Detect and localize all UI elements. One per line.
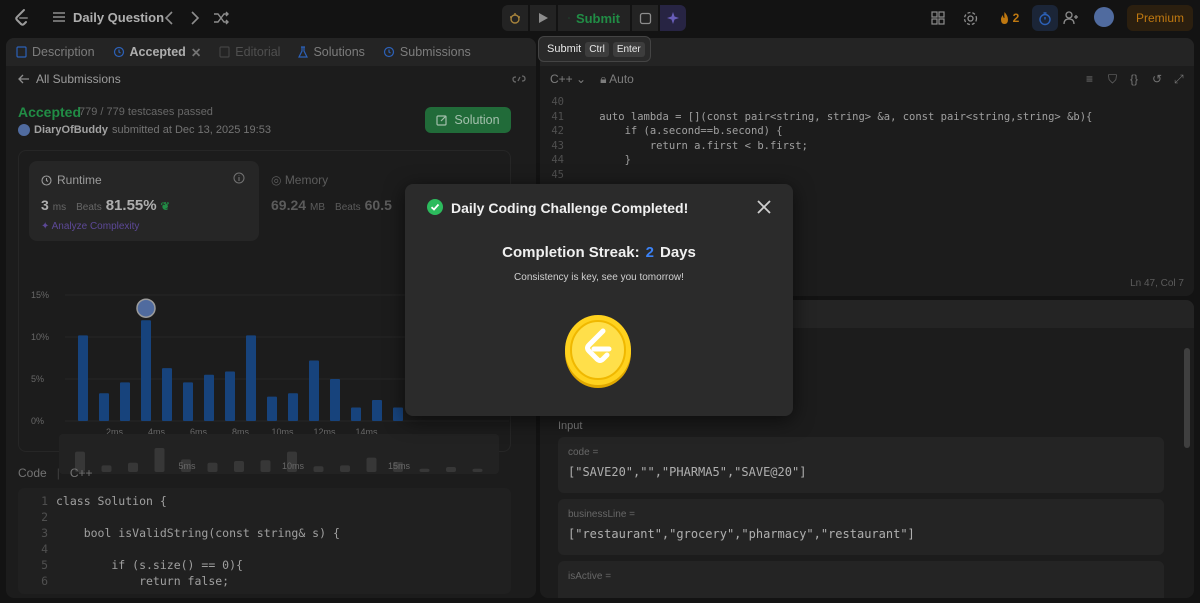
streak-unit: Days [660,244,696,261]
modal-subtitle: Consistency is key, see you tomorrow! [514,272,684,283]
submit-tooltip: Submit Ctrl Enter [538,36,651,62]
check-circle-icon [427,199,443,215]
streak-value: 2 [645,244,654,261]
modal-title: Daily Coding Challenge Completed! [451,200,689,216]
kbd-enter: Enter [612,41,645,57]
gold-coin-icon [565,315,631,388]
completion-streak: Completion Streak: 2 Days [405,244,793,261]
streak-label: Completion Streak: [502,244,640,261]
kbd-ctrl: Ctrl [585,41,609,57]
daily-challenge-modal: Daily Coding Challenge Completed! Comple… [405,184,793,416]
tooltip-label: Submit [547,43,582,55]
close-icon[interactable] [755,198,773,216]
